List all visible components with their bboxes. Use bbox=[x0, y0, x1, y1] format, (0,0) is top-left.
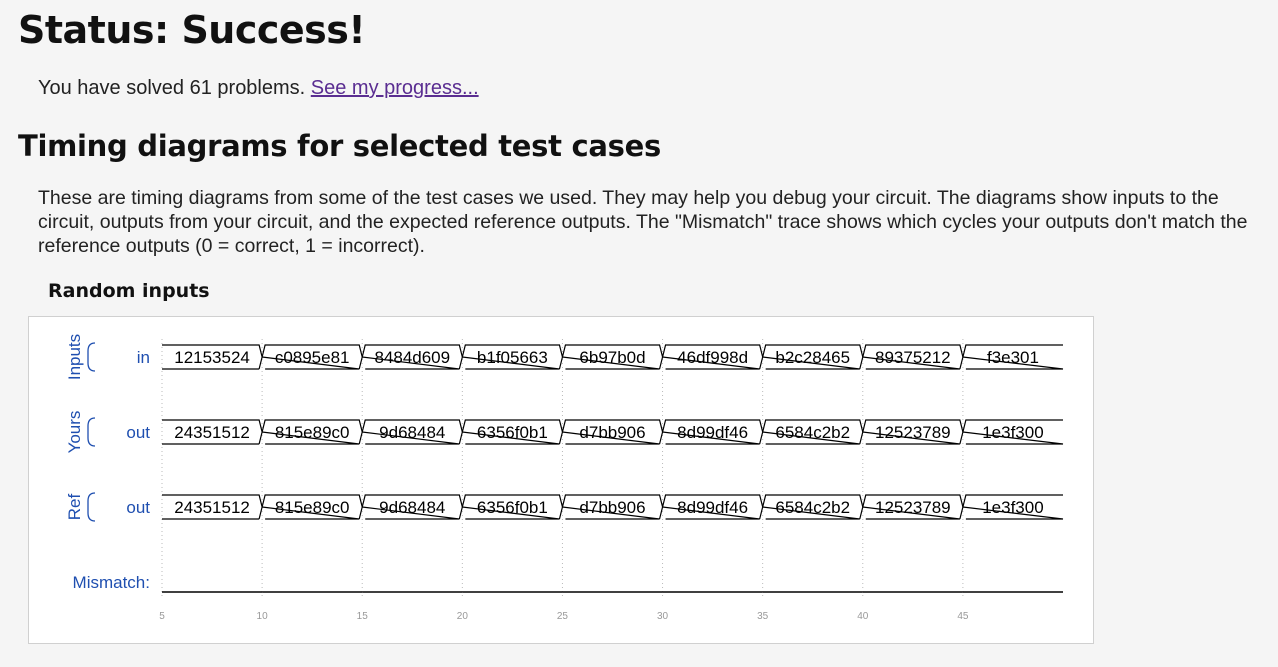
mismatch-label: Mismatch: bbox=[73, 573, 150, 592]
time-tick: 5 bbox=[159, 611, 165, 622]
group-label-yours: Yours bbox=[65, 411, 84, 454]
status-title: Status: Success! bbox=[18, 8, 366, 52]
signal-label-out: out bbox=[126, 498, 150, 517]
time-tick: 45 bbox=[957, 611, 969, 622]
time-tick: 40 bbox=[857, 611, 869, 622]
bus-value: 6356f0b1 bbox=[477, 423, 548, 442]
signal-label-out: out bbox=[126, 423, 150, 442]
bus-value: c0895e81 bbox=[275, 348, 350, 367]
bus-value: 12523789 bbox=[875, 498, 951, 517]
signal-label-in: in bbox=[137, 348, 150, 367]
bus-value: 6584c2b2 bbox=[775, 423, 850, 442]
bus-value: 9d68484 bbox=[379, 423, 445, 442]
bus-value: d7bb906 bbox=[579, 423, 645, 442]
solved-count: You have solved 61 problems. bbox=[38, 77, 306, 99]
bus-value: 12523789 bbox=[875, 423, 951, 442]
bus-value: 46df998d bbox=[677, 348, 748, 367]
bus-value: 1e3f300 bbox=[982, 498, 1043, 517]
bus-value: 12153524 bbox=[174, 348, 250, 367]
bus-value: 9d68484 bbox=[379, 498, 445, 517]
timing-diagram-panel: Inputs in 12153524 c0895e81 8484d609 b1f05663… bbox=[28, 316, 1094, 644]
bus-value: 8d99df46 bbox=[677, 498, 748, 517]
bus-value: d7bb906 bbox=[579, 498, 645, 517]
time-tick: 15 bbox=[357, 611, 369, 622]
bus-value: b2c28465 bbox=[775, 348, 850, 367]
bus-value: 8484d609 bbox=[374, 348, 450, 367]
bus-value: b1f05663 bbox=[477, 348, 548, 367]
bus-value: 89375212 bbox=[875, 348, 951, 367]
bus-value: 24351512 bbox=[174, 498, 250, 517]
time-tick: 10 bbox=[257, 611, 269, 622]
time-tick: 35 bbox=[757, 611, 769, 622]
bus-value: 6584c2b2 bbox=[775, 498, 850, 517]
timing-description: These are timing diagrams from some of t… bbox=[38, 187, 1248, 257]
group-label-ref: Ref bbox=[65, 494, 84, 521]
bus-value: 24351512 bbox=[174, 423, 250, 442]
time-tick: 20 bbox=[457, 611, 469, 622]
bus-value: f3e301 bbox=[987, 348, 1039, 367]
group-brace bbox=[87, 342, 96, 372]
group-brace bbox=[87, 492, 96, 522]
timing-heading: Timing diagrams for selected test cases bbox=[18, 129, 661, 163]
bus-value: 8d99df46 bbox=[677, 423, 748, 442]
solved-count-text: You have solved 61 problems. See my prog… bbox=[38, 77, 479, 100]
progress-link[interactable]: See my progress... bbox=[311, 77, 479, 99]
bus-value: 6b97b0d bbox=[579, 348, 645, 367]
bus-value: 6356f0b1 bbox=[477, 498, 548, 517]
bus-value: 815e89c0 bbox=[275, 498, 350, 517]
bus-value: 815e89c0 bbox=[275, 423, 350, 442]
time-tick: 25 bbox=[557, 611, 569, 622]
group-brace bbox=[87, 417, 96, 447]
bus-value: 1e3f300 bbox=[982, 423, 1043, 442]
group-label-inputs: Inputs bbox=[65, 334, 84, 380]
test-case-title: Random inputs bbox=[48, 280, 210, 302]
time-tick: 30 bbox=[657, 611, 669, 622]
timing-diagram: Inputs in 12153524 c0895e81 8484d609 b1f05663… bbox=[65, 334, 1064, 622]
